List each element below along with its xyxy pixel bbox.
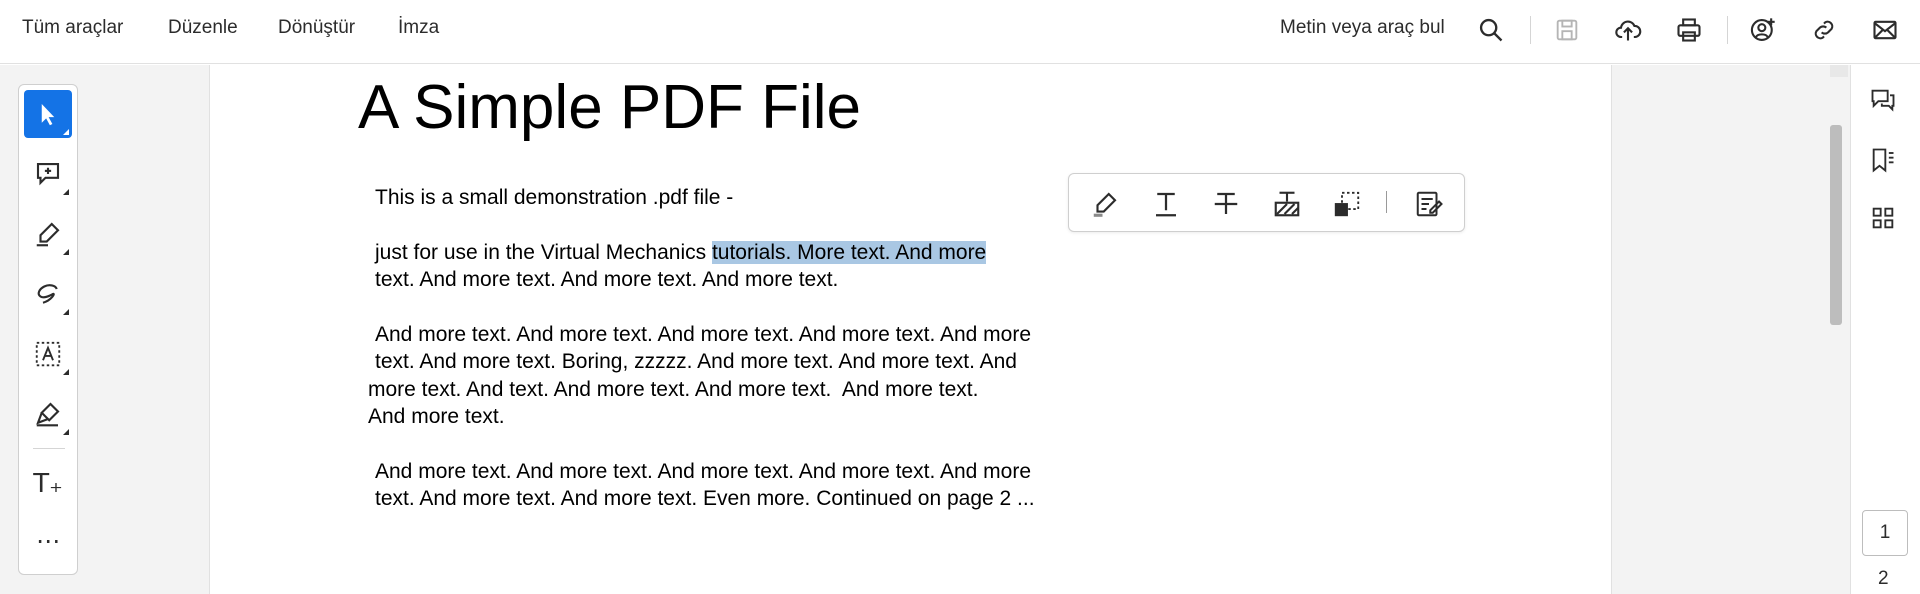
scroll-up-button[interactable]	[1830, 65, 1848, 77]
doc-line-3: text. And more text. And more text. And …	[375, 268, 839, 291]
menu-sign[interactable]: İmza	[398, 17, 439, 39]
menu-convert[interactable]: Dönüştür	[278, 17, 355, 39]
current-page-input[interactable]: 1	[1862, 510, 1908, 556]
upload-icon[interactable]	[1610, 12, 1646, 48]
redact-icon	[1274, 191, 1300, 217]
draw-tool-button[interactable]	[24, 270, 72, 318]
top-toolbar: Tüm araçlar Düzenle Dönüştür İmza Metin …	[0, 0, 1920, 64]
total-pages: 2	[1878, 568, 1889, 589]
share-user-icon[interactable]	[1745, 12, 1781, 48]
thumbnails-panel-button[interactable]	[1865, 200, 1901, 236]
text-select-button[interactable]	[24, 330, 72, 378]
underline-button[interactable]	[1148, 186, 1184, 222]
add-comment-icon	[36, 162, 60, 186]
save-icon[interactable]	[1549, 12, 1585, 48]
more-icon: ⋯	[36, 527, 60, 555]
search-label[interactable]: Metin veya araç bul	[1280, 17, 1445, 39]
print-icon[interactable]	[1671, 12, 1707, 48]
more-tools-button[interactable]: ⋯	[24, 517, 72, 565]
add-comment-button[interactable]	[24, 150, 72, 198]
edit-text-button[interactable]	[1411, 186, 1447, 222]
strikethrough-icon	[1214, 192, 1238, 214]
doc-line-5: text. And more text. Boring, zzzzz. And …	[375, 350, 1017, 373]
doc-line-4: And more text. And more text. And more t…	[375, 323, 1031, 346]
highlight-icon	[1093, 192, 1117, 217]
add-text-button[interactable]: T₊	[24, 460, 72, 508]
select-pointer-icon	[41, 104, 55, 126]
document-gutter	[1611, 65, 1829, 594]
add-text-icon: T₊	[33, 469, 63, 499]
document-title: A Simple PDF File	[358, 73, 862, 142]
doc-line-2: just for use in the Virtual Mechanics tu…	[375, 241, 987, 265]
doc-line-9: text. And more text. And more text. Even…	[375, 487, 1035, 510]
sign-tool-button[interactable]	[24, 390, 72, 438]
edit-text-icon	[1416, 191, 1443, 217]
mail-icon[interactable]	[1867, 12, 1903, 48]
highlight-button[interactable]	[1087, 186, 1123, 222]
text-select-icon	[35, 341, 61, 367]
thumbnails-icon	[1872, 207, 1894, 229]
menu-all-tools[interactable]: Tüm araçlar	[22, 17, 123, 39]
sign-icon	[36, 402, 60, 427]
underline-icon	[1156, 192, 1176, 217]
strikethrough-button[interactable]	[1208, 186, 1244, 222]
draw-freehand-icon	[37, 284, 58, 304]
select-tool-button[interactable]	[24, 90, 72, 138]
doc-line-7: And more text.	[368, 405, 505, 428]
selection-toolbar	[1068, 173, 1465, 232]
bookmarks-icon	[1872, 148, 1894, 173]
doc-line-8: And more text. And more text. And more t…	[375, 460, 1031, 483]
vertical-scrollbar-thumb[interactable]	[1830, 125, 1842, 325]
doc-line-6: more text. And text. And more text. And …	[368, 378, 979, 401]
bookmarks-panel-button[interactable]	[1865, 142, 1901, 178]
highlight-tool-button[interactable]	[24, 210, 72, 258]
copy-button[interactable]	[1329, 186, 1365, 222]
selected-text[interactable]: tutorials. More text. And more	[711, 241, 987, 264]
doc-line-1: This is a small demonstration .pdf file …	[375, 186, 734, 209]
search-icon[interactable]	[1473, 12, 1509, 48]
doc-line-2-text: just for use in the Virtual Mechanics	[375, 241, 712, 264]
link-icon[interactable]	[1806, 12, 1842, 48]
comments-panel-button[interactable]	[1865, 82, 1901, 118]
highlight-pen-icon	[36, 222, 60, 247]
redact-button[interactable]	[1269, 186, 1305, 222]
tool-rail: T₊ ⋯	[18, 84, 78, 575]
menu-edit[interactable]: Düzenle	[168, 17, 238, 39]
copy-icon	[1334, 191, 1360, 217]
comments-icon	[1871, 89, 1895, 112]
